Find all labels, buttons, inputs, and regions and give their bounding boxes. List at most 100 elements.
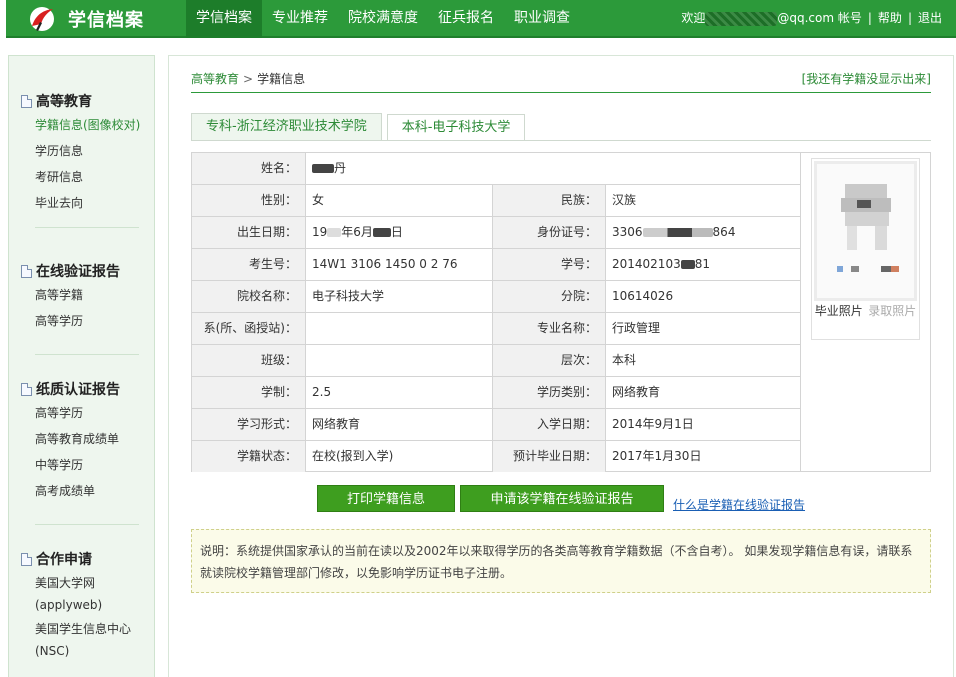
sidebar-group-paper-report: 纸质认证报告 高等学历 高等教育成绩单 中等学历 高考成绩单 — [9, 378, 156, 504]
ethnicity-label: 民族： — [493, 185, 606, 216]
birth-day-part: 日 — [390, 225, 403, 239]
breadcrumb: 高等教育 > 学籍信息 — [191, 70, 305, 87]
sidebar-group-title-text: 纸质认证报告 — [36, 382, 120, 398]
divider: | — [867, 11, 872, 25]
breadcrumb-current: 学籍信息 — [257, 72, 306, 86]
sidebar-group-higher-education: 高等教育 学籍信息(图像校对) 学历信息 考研信息 毕业去向 — [9, 90, 156, 216]
enroll-date-value: 2014年9月1日 — [612, 417, 694, 431]
divider: | — [907, 11, 912, 25]
duration-label: 学制： — [192, 377, 306, 408]
table-row: 出生日期： 19 年6月 日 身份证号： 3306 864 — [192, 217, 800, 249]
print-record-button[interactable]: 打印学籍信息 — [317, 485, 455, 512]
exam-number-value: 14W1 3106 1450 0 2 76 — [306, 249, 493, 280]
breadcrumb-root-link[interactable]: 高等教育 — [191, 72, 239, 86]
sidebar-item-postgrad-exam[interactable]: 考研信息 — [9, 164, 156, 190]
sidebar-group-cooperation: 合作申请 美国大学网 (applyweb) 美国学生信息中心 (NSC) — [9, 548, 156, 662]
masked-text — [327, 228, 342, 237]
help-link-top[interactable]: 帮助 — [878, 11, 902, 25]
sidebar-item-degree-info[interactable]: 学历信息 — [9, 138, 156, 164]
main-nav: 学信档案 专业推荐 院校满意度 征兵报名 职业调查 — [186, 0, 580, 38]
photo-blur — [851, 266, 859, 272]
breadcrumb-separator: > — [243, 72, 254, 86]
sidebar-group-title-text: 合作申请 — [36, 552, 92, 568]
document-icon — [21, 382, 32, 396]
sidebar-item-online-degree[interactable]: 高等学历 — [9, 308, 156, 334]
exam-number-label: 考生号： — [192, 249, 306, 280]
logout-link[interactable]: 退出 — [918, 11, 942, 25]
id-part: 864 — [712, 225, 736, 239]
graduation-date-label: 预计毕业日期： — [493, 441, 606, 472]
masked-text — [642, 228, 713, 237]
apply-verification-report-button[interactable]: 申请该学籍在线验证报告 — [460, 485, 664, 512]
department-label: 系(所、函授站)： — [192, 313, 306, 344]
sidebar-item-paper-degree[interactable]: 高等学历 — [9, 400, 156, 426]
sidebar-item-online-status[interactable]: 高等学籍 — [9, 282, 156, 308]
tab-junior-college[interactable]: 专科-浙江经济职业技术学院 — [191, 113, 382, 140]
sidebar-group-online-report: 在线验证报告 高等学籍 高等学历 — [9, 260, 156, 334]
photo-column: 毕业照片 录取照片 — [800, 153, 930, 471]
major-value: 行政管理 — [612, 321, 661, 335]
major-label: 专业名称： — [493, 313, 606, 344]
sidebar-item-applyweb-sub[interactable]: (applyweb) — [9, 594, 156, 616]
id-part: 3306 — [612, 225, 643, 239]
branch-value: 10614026 — [612, 289, 674, 303]
sidebar-group-title: 合作申请 — [9, 548, 156, 570]
account-link[interactable]: 帐号 — [838, 11, 862, 25]
sidebar-item-nsc-sub[interactable]: (NSC) — [9, 640, 156, 662]
sidebar-item-student-status[interactable]: 学籍信息(图像校对) — [9, 112, 156, 138]
nav-xuexin-archive[interactable]: 学信档案 — [186, 0, 262, 38]
graduation-date-value: 2017年1月30日 — [612, 449, 702, 463]
tabs-divider — [191, 140, 931, 141]
birth-month-part: 年6月 — [341, 225, 373, 239]
nav-school-satisfaction[interactable]: 院校满意度 — [338, 0, 428, 38]
photo-blur — [847, 226, 857, 250]
gender-value: 女 — [306, 185, 493, 216]
record-tabs: 专科-浙江经济职业技术学院 本科-电子科技大学 — [191, 113, 530, 141]
sidebar: 高等教育 学籍信息(图像校对) 学历信息 考研信息 毕业去向 在线验证报告 高等… — [8, 55, 155, 677]
photo-blur — [875, 226, 887, 250]
sidebar-item-secondary-degree[interactable]: 中等学历 — [9, 452, 156, 478]
ethnicity-value: 汉族 — [612, 193, 637, 207]
gender-label: 性别： — [192, 185, 306, 216]
tab-undergraduate[interactable]: 本科-电子科技大学 — [386, 114, 526, 141]
nav-military-enlistment[interactable]: 征兵报名 — [428, 0, 504, 38]
name-label: 姓名： — [192, 153, 306, 184]
sidebar-item-nsc[interactable]: 美国学生信息中心 — [9, 618, 156, 640]
sidebar-item-gaokao-scores[interactable]: 高考成绩单 — [9, 478, 156, 504]
sidebar-item-transcript[interactable]: 高等教育成绩单 — [9, 426, 156, 452]
sidebar-item-graduation-destination[interactable]: 毕业去向 — [9, 190, 156, 216]
study-form-value: 网络教育 — [306, 409, 493, 440]
sidebar-divider — [35, 354, 139, 355]
name-value: 丹 — [306, 153, 800, 184]
level-value: 本科 — [612, 353, 637, 367]
birth-label: 出生日期： — [192, 217, 306, 248]
enrollment-photo-tab[interactable]: 录取照片 — [866, 301, 920, 321]
photo-blur — [891, 266, 899, 272]
student-number-part: 201402103 — [612, 257, 681, 271]
birth-year-part: 19 — [312, 225, 328, 239]
student-record-table: 姓名： 丹 性别： 女 民族： 汉族 出生日期： 19 年6月 日 身份证号： 33… — [191, 152, 931, 472]
student-number-part: 81 — [694, 257, 710, 271]
sidebar-divider — [35, 524, 139, 525]
logo-bird-icon — [26, 4, 58, 34]
what-is-report-link[interactable]: 什么是学籍在线验证报告 — [673, 496, 805, 513]
document-icon — [21, 552, 32, 566]
enroll-date-label: 入学日期： — [493, 409, 606, 440]
masked-text — [372, 228, 391, 237]
document-icon — [21, 264, 32, 278]
masked-text — [312, 164, 334, 173]
degree-category-value: 网络教育 — [612, 385, 661, 399]
masked-username — [705, 11, 778, 26]
missing-record-link[interactable]: [我还有学籍没显示出来] — [802, 70, 931, 87]
sidebar-item-applyweb[interactable]: 美国大学网 — [9, 572, 156, 594]
nav-major-recommend[interactable]: 专业推荐 — [262, 0, 338, 38]
graduation-photo-tab[interactable]: 毕业照片 — [812, 301, 866, 321]
table-row: 学籍状态： 在校(报到入学) 预计毕业日期： 2017年1月30日 — [192, 441, 800, 473]
birth-value: 19 年6月 日 — [306, 217, 493, 248]
site-logo[interactable]: 学信档案 — [26, 2, 144, 36]
nav-career-survey[interactable]: 职业调查 — [504, 0, 580, 38]
header-divider — [191, 92, 931, 93]
sidebar-group-title: 纸质认证报告 — [9, 378, 156, 400]
email-suffix: @qq.com — [777, 11, 835, 25]
masked-text — [680, 260, 695, 269]
